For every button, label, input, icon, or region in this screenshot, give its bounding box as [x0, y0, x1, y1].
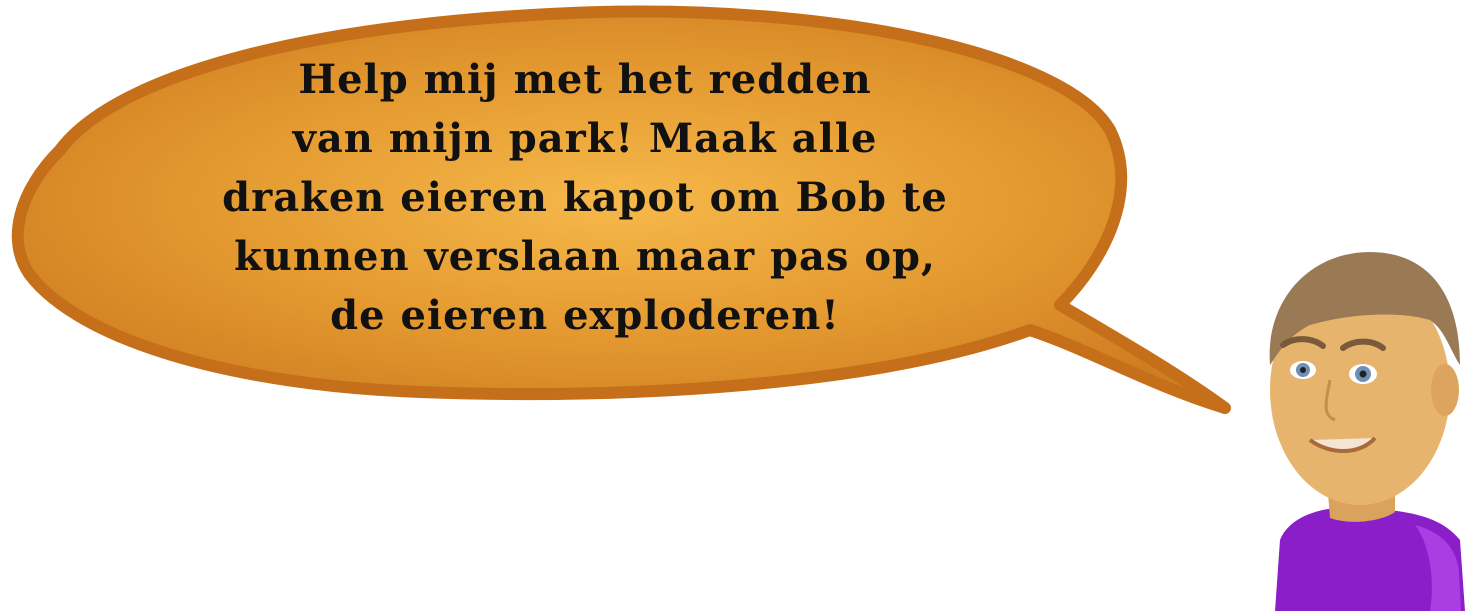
dialog-line: de eieren exploderen!	[330, 292, 840, 339]
dialog-scene: Help mij met het redden van mijn park! M…	[0, 0, 1465, 611]
dialog-text: Help mij met het redden van mijn park! M…	[130, 50, 1040, 345]
park-owner-character-icon	[1269, 252, 1465, 611]
dialog-line: Help mij met het redden	[298, 56, 872, 103]
dialog-line: kunnen verslaan maar pas op,	[234, 233, 936, 280]
dialog-line: van mijn park! Maak alle	[292, 115, 878, 162]
dialog-line: draken eieren kapot om Bob te	[222, 174, 948, 221]
